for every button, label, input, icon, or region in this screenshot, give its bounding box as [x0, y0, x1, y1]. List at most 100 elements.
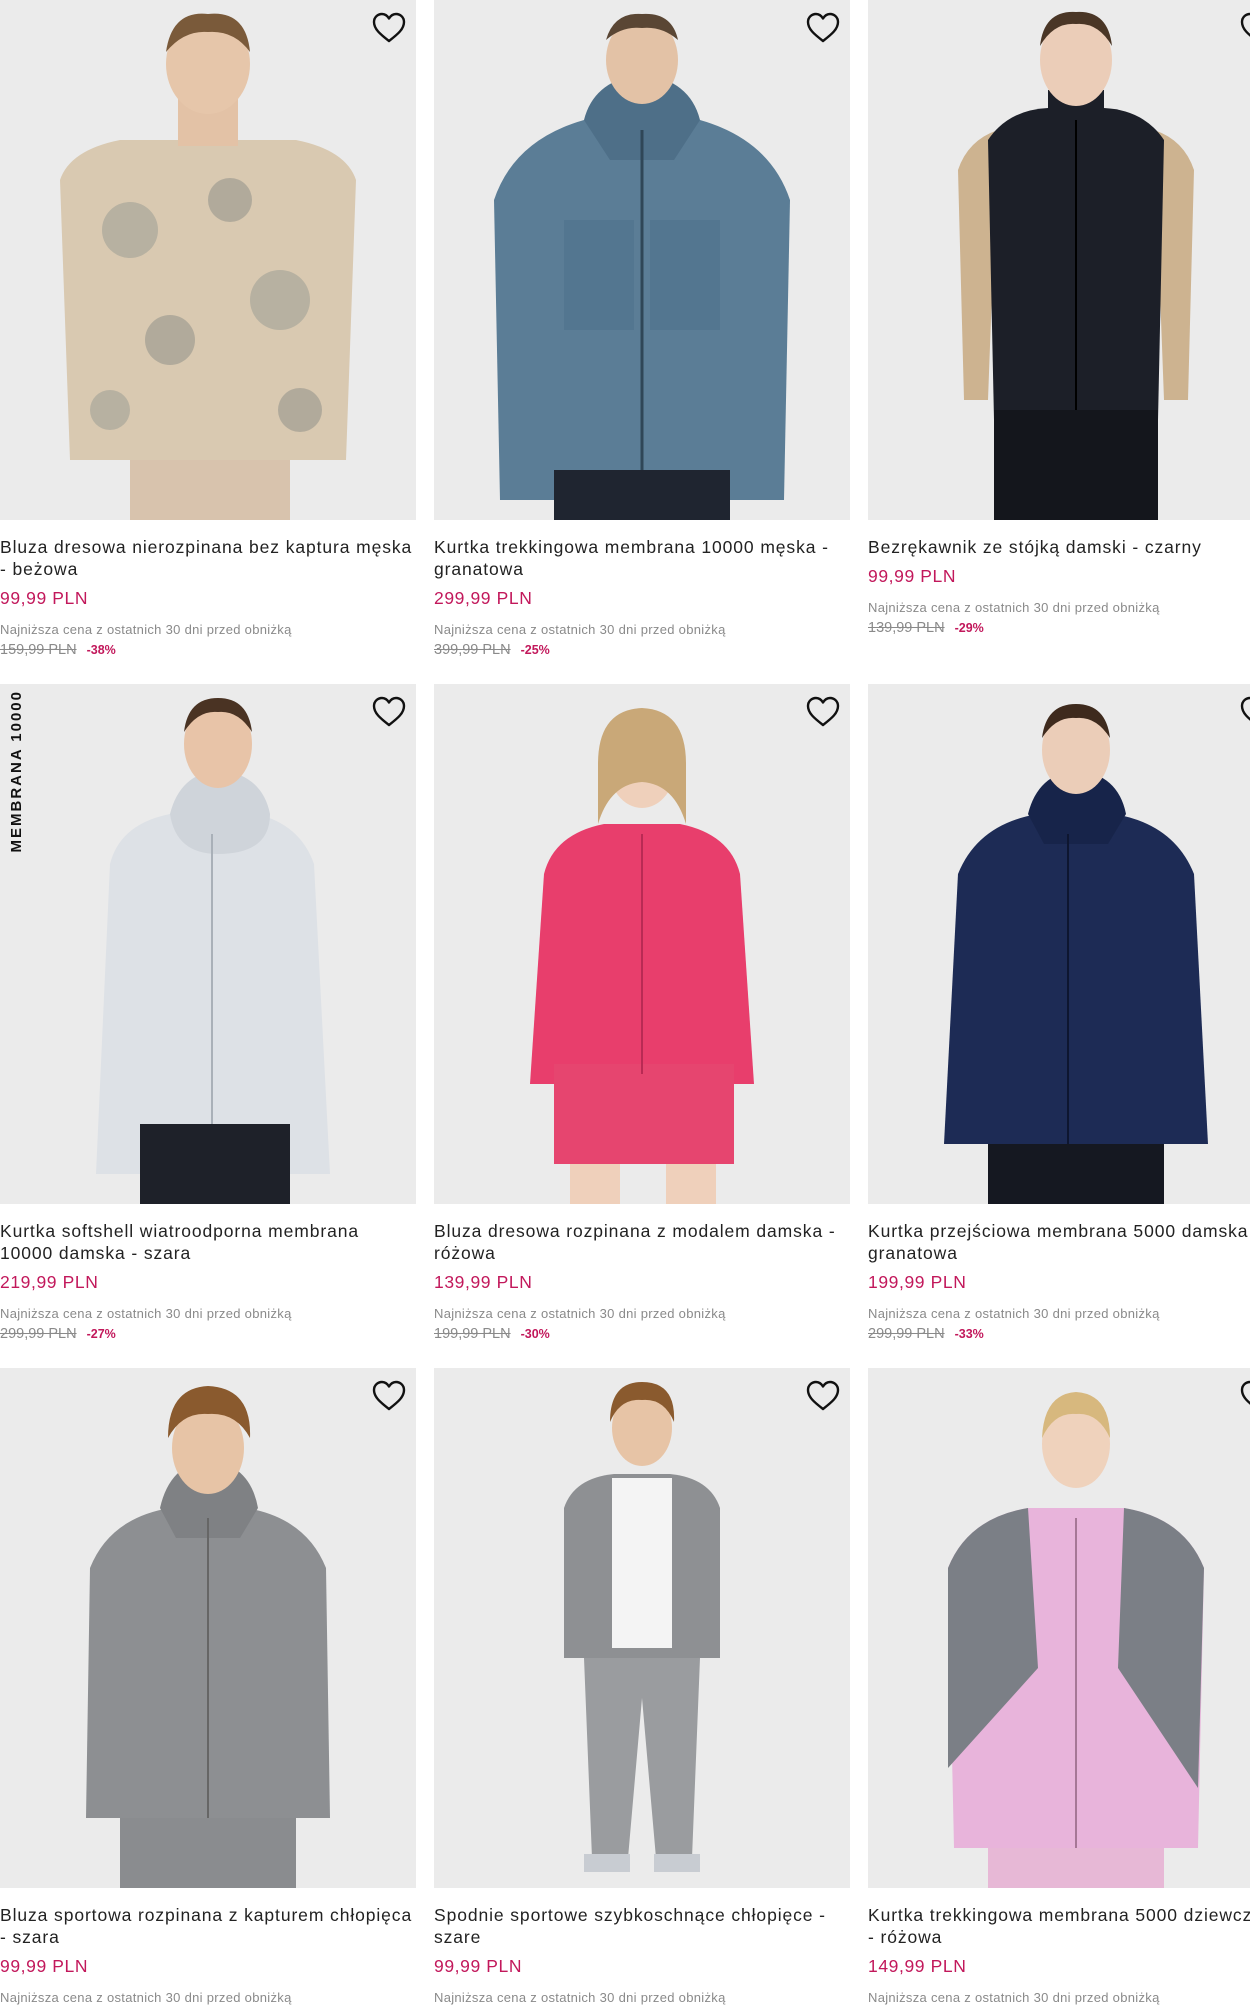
product-photo — [868, 684, 1250, 1204]
product-photo — [0, 1368, 416, 1888]
product-image[interactable] — [868, 684, 1250, 1204]
old-price: 139,99 PLN — [868, 620, 945, 636]
old-price: 399,99 PLN — [434, 642, 511, 658]
old-price-row: 139,99 PLN -29% — [868, 620, 1250, 636]
product-photo — [0, 684, 416, 1204]
product-info: Bluza sportowa rozpinana z kapturem chło… — [0, 1888, 416, 2005]
product-card[interactable]: Kurtka przejściowa membrana 5000 damska … — [868, 684, 1250, 1342]
old-price: 299,99 PLN — [0, 1326, 77, 1342]
old-price: 299,99 PLN — [868, 1326, 945, 1342]
wishlist-button[interactable] — [370, 694, 408, 730]
product-image[interactable] — [868, 0, 1250, 520]
wishlist-button[interactable] — [370, 1378, 408, 1414]
product-image[interactable] — [434, 684, 850, 1204]
wishlist-button[interactable] — [804, 694, 842, 730]
product-image[interactable] — [434, 0, 850, 520]
heart-outline-icon — [1240, 1380, 1250, 1405]
product-image[interactable] — [434, 1368, 850, 1888]
product-info: Kurtka trekkingowa membrana 5000 dziewcz… — [868, 1888, 1250, 2005]
lowest-price-label: Najniższa cena z ostatnich 30 dni przed … — [434, 1990, 726, 2005]
discount-badge: -29% — [954, 621, 984, 635]
discount-badge: -38% — [86, 643, 116, 657]
lowest-price-label: Najniższa cena z ostatnich 30 dni przed … — [0, 622, 292, 637]
product-price: 219,99 PLN — [0, 1272, 99, 1292]
product-name[interactable]: Kurtka trekkingowa membrana 10000 męska … — [434, 536, 850, 580]
discount-badge: -25% — [520, 643, 550, 657]
lowest-price-label: Najniższa cena z ostatnich 30 dni przed … — [434, 622, 726, 637]
lowest-price-label: Najniższa cena z ostatnich 30 dni przed … — [868, 1990, 1160, 2005]
lowest-price-label: Najniższa cena z ostatnich 30 dni przed … — [868, 1306, 1160, 1321]
product-price: 199,99 PLN — [868, 1272, 967, 1292]
product-price: 99,99 PLN — [434, 1956, 523, 1976]
product-info: Bluza dresowa nierozpinana bez kaptura m… — [0, 520, 416, 658]
product-card[interactable]: Kurtka trekkingowa membrana 5000 dziewcz… — [868, 1368, 1250, 2005]
wishlist-button[interactable] — [804, 10, 842, 46]
heart-outline-icon — [806, 1380, 840, 1411]
product-info: Kurtka softshell wiatroodporna membrana … — [0, 1204, 416, 1342]
lowest-price-label: Najniższa cena z ostatnich 30 dni przed … — [0, 1306, 292, 1321]
product-name[interactable]: Bluza dresowa nierozpinana bez kaptura m… — [0, 536, 416, 580]
product-photo — [868, 0, 1250, 520]
product-card[interactable]: Bluza dresowa nierozpinana bez kaptura m… — [0, 0, 416, 658]
old-price-row: 399,99 PLN -25% — [434, 642, 850, 658]
product-name[interactable]: Bezrękawnik ze stójką damski - czarny — [868, 536, 1250, 558]
heart-outline-icon — [372, 696, 406, 727]
product-photo — [0, 0, 416, 520]
old-price: 159,99 PLN — [0, 642, 77, 658]
lowest-price-label: Najniższa cena z ostatnich 30 dni przed … — [434, 1306, 726, 1321]
discount-badge: -33% — [954, 1327, 984, 1341]
product-name[interactable]: Kurtka trekkingowa membrana 5000 dziewcz… — [868, 1904, 1250, 1948]
discount-badge: -30% — [520, 1327, 550, 1341]
product-card[interactable]: Spodnie sportowe szybkoschnące chłopięce… — [434, 1368, 850, 2005]
product-photo — [434, 684, 850, 1204]
wishlist-button[interactable] — [370, 10, 408, 46]
wishlist-button[interactable] — [1238, 694, 1250, 730]
product-price: 99,99 PLN — [868, 566, 957, 586]
discount-badge: -27% — [86, 1327, 116, 1341]
old-price: 199,99 PLN — [434, 1326, 511, 1342]
heart-outline-icon — [372, 12, 406, 43]
product-photo — [868, 1368, 1250, 1888]
wishlist-button[interactable] — [804, 1378, 842, 1414]
product-info: Kurtka trekkingowa membrana 10000 męska … — [434, 520, 850, 658]
heart-outline-icon — [806, 696, 840, 727]
old-price-row: 199,99 PLN -30% — [434, 1326, 850, 1342]
wishlist-button[interactable] — [1238, 1378, 1250, 1414]
product-photo — [434, 0, 850, 520]
heart-outline-icon — [806, 12, 840, 43]
product-price: 149,99 PLN — [868, 1956, 967, 1976]
product-image[interactable]: MEMBRANA 10000 — [0, 684, 416, 1204]
product-image[interactable] — [0, 1368, 416, 1888]
old-price-row: 159,99 PLN -38% — [0, 642, 416, 658]
wishlist-button[interactable] — [1238, 10, 1250, 46]
feature-badge: MEMBRANA 10000 — [8, 690, 25, 853]
product-price: 299,99 PLN — [434, 588, 533, 608]
old-price-row: 299,99 PLN -33% — [868, 1326, 1250, 1342]
product-name[interactable]: Bluza sportowa rozpinana z kapturem chło… — [0, 1904, 416, 1948]
product-info: Bluza dresowa rozpinana z modalem damska… — [434, 1204, 850, 1342]
product-photo — [434, 1368, 850, 1888]
product-card[interactable]: Bluza dresowa rozpinana z modalem damska… — [434, 684, 850, 1342]
product-card[interactable]: Bezrękawnik ze stójką damski - czarny 99… — [868, 0, 1250, 636]
product-info: Bezrękawnik ze stójką damski - czarny 99… — [868, 520, 1250, 636]
product-card[interactable]: MEMBRANA 10000 Kurtka softshell wiatrood… — [0, 684, 416, 1342]
lowest-price-label: Najniższa cena z ostatnich 30 dni przed … — [0, 1990, 292, 2005]
product-info: Kurtka przejściowa membrana 5000 damska … — [868, 1204, 1250, 1342]
product-card[interactable]: Kurtka trekkingowa membrana 10000 męska … — [434, 0, 850, 658]
product-name[interactable]: Bluza dresowa rozpinana z modalem damska… — [434, 1220, 850, 1264]
product-grid: Bluza dresowa nierozpinana bez kaptura m… — [0, 0, 1250, 2014]
product-info: Spodnie sportowe szybkoschnące chłopięce… — [434, 1888, 850, 2005]
heart-outline-icon — [372, 1380, 406, 1411]
product-name[interactable]: Kurtka softshell wiatroodporna membrana … — [0, 1220, 416, 1264]
product-image[interactable] — [0, 0, 416, 520]
product-price: 139,99 PLN — [434, 1272, 533, 1292]
product-name[interactable]: Kurtka przejściowa membrana 5000 damska … — [868, 1220, 1250, 1264]
product-image[interactable] — [868, 1368, 1250, 1888]
product-price: 99,99 PLN — [0, 588, 89, 608]
product-name[interactable]: Spodnie sportowe szybkoschnące chłopięce… — [434, 1904, 850, 1948]
heart-outline-icon — [1240, 12, 1250, 37]
product-card[interactable]: Bluza sportowa rozpinana z kapturem chło… — [0, 1368, 416, 2005]
product-price: 99,99 PLN — [0, 1956, 89, 1976]
lowest-price-label: Najniższa cena z ostatnich 30 dni przed … — [868, 600, 1160, 615]
old-price-row: 299,99 PLN -27% — [0, 1326, 416, 1342]
